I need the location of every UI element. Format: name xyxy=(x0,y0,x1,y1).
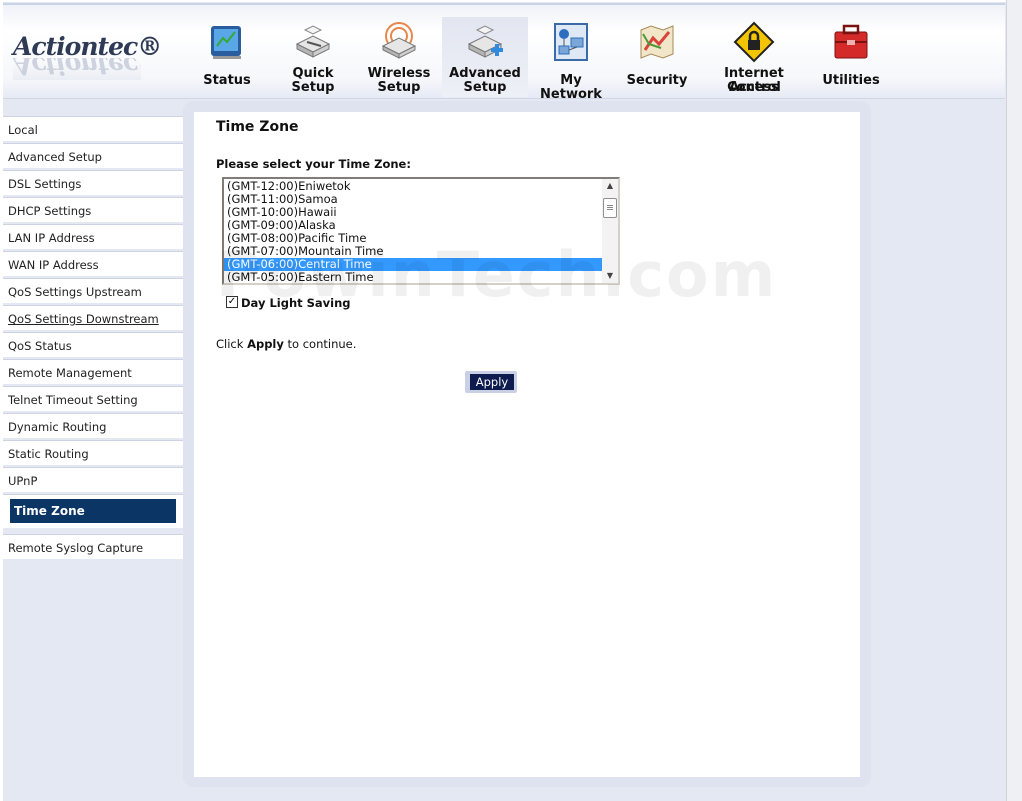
nav-utilities-label: Utilities xyxy=(822,73,880,88)
timezone-select-label: Please select your Time Zone: xyxy=(216,157,411,171)
sidebar-item-label: Advanced Setup xyxy=(8,150,102,164)
sidebar-item-wan-ip-address[interactable]: WAN IP Address xyxy=(3,251,183,276)
wireless-router-icon xyxy=(381,22,417,59)
scroll-up-arrow-icon[interactable]: ▲ xyxy=(602,179,618,193)
sidebar-item-telnet-timeout[interactable]: Telnet Timeout Setting xyxy=(3,386,183,411)
nav-advanced-setup-label-1: Advanced xyxy=(449,66,521,81)
sidebar-item-qos-status[interactable]: QoS Status xyxy=(3,332,183,357)
sidebar-item-advanced-setup[interactable]: Advanced Setup xyxy=(3,143,183,168)
nav-status-label: Status xyxy=(203,73,251,88)
timezone-option[interactable]: (GMT-05:00)Eastern Time xyxy=(224,271,607,284)
nav-internet-access-label-2: Control xyxy=(727,80,781,95)
nav-wireless-setup-label-1: Wireless xyxy=(367,66,431,81)
sidebar-item-qos-downstream[interactable]: QoS Settings Downstream xyxy=(3,305,183,330)
nav-internet-access-control[interactable]: Internet Access Control xyxy=(700,17,808,97)
logo-reflection: Actiontec® xyxy=(13,58,141,80)
sidebar-item-label: QoS Settings Downstream xyxy=(8,312,159,326)
sidebar-item-label: Remote Management xyxy=(8,366,132,380)
hint-prefix: Click xyxy=(216,337,248,351)
sidebar-item-label: Telnet Timeout Setting xyxy=(8,393,138,407)
scroll-thumb[interactable] xyxy=(603,198,617,218)
sidebar-item-label: QoS Settings Upstream xyxy=(8,285,142,299)
sidebar-item-remote-syslog[interactable]: Remote Syslog Capture xyxy=(3,534,183,559)
logo-text: Actiontec® xyxy=(13,32,162,61)
nav-security-label: Security xyxy=(626,73,688,88)
actiontec-logo: Actiontec® Actiontec® xyxy=(10,28,162,86)
sidebar-item-label: Remote Syslog Capture xyxy=(8,541,144,555)
nav-wireless-setup[interactable]: Wireless Setup xyxy=(356,17,442,97)
page-title: Time Zone xyxy=(216,119,299,135)
nav-advanced-setup-label-2: Setup xyxy=(463,80,507,95)
nav-utilities[interactable]: Utilities xyxy=(808,17,894,97)
sidebar-item-static-routing[interactable]: Static Routing xyxy=(3,440,183,465)
nav-my-network-label: My Network xyxy=(540,73,602,102)
window-scrollbar[interactable] xyxy=(1006,0,1022,801)
sidebar-item-label: DSL Settings xyxy=(8,177,82,191)
nav-quick-setup-label-2: Setup xyxy=(291,80,335,95)
nav-status[interactable]: Status xyxy=(184,17,270,97)
sidebar-item-label: LAN IP Address xyxy=(8,231,95,245)
quick-setup-router-icon xyxy=(295,25,331,58)
nav-quick-setup[interactable]: Quick Setup xyxy=(270,17,356,97)
my-network-icon xyxy=(554,23,588,61)
daylight-saving-checkbox[interactable]: ✓ xyxy=(226,296,238,308)
hint-suffix: to continue. xyxy=(283,337,357,351)
sidebar-item-remote-management[interactable]: Remote Management xyxy=(3,359,183,384)
sidebar-item-label: DHCP Settings xyxy=(8,204,92,218)
sidebar-item-label: Dynamic Routing xyxy=(8,420,107,434)
nav-security[interactable]: Security xyxy=(614,17,700,97)
sidebar-item-label-active: Time Zone xyxy=(10,499,176,523)
daylight-saving-label: Day Light Saving xyxy=(241,296,351,310)
sidebar-item-upnp[interactable]: UPnP xyxy=(3,467,183,492)
sidebar-item-label: WAN IP Address xyxy=(8,258,99,272)
nav-my-network[interactable]: My Network xyxy=(528,17,614,102)
hint-apply-word: Apply xyxy=(247,337,284,351)
sidebar-item-dynamic-routing[interactable]: Dynamic Routing xyxy=(3,413,183,438)
apply-button[interactable]: Apply xyxy=(470,374,514,390)
sidebar-item-label: Local xyxy=(8,123,38,137)
toolbox-icon xyxy=(834,24,868,59)
timezone-listbox[interactable]: (GMT-12:00)Eniwetok (GMT-11:00)Samoa (GM… xyxy=(222,177,620,285)
timezone-scrollbar[interactable]: ▲ ▼ xyxy=(602,179,618,283)
status-monitor-icon xyxy=(211,26,241,59)
sidebar-item-dhcp-settings[interactable]: DHCP Settings xyxy=(3,197,183,222)
sidebar-item-lan-ip-address[interactable]: LAN IP Address xyxy=(3,224,183,249)
security-map-icon xyxy=(640,25,674,59)
sidebar-item-local[interactable]: Local xyxy=(3,116,183,141)
scroll-down-arrow-icon[interactable]: ▼ xyxy=(602,269,618,283)
nav-advanced-setup[interactable]: Advanced Setup xyxy=(442,17,528,97)
sidebar-item-time-zone[interactable]: Time Zone xyxy=(3,494,183,528)
nav-quick-setup-label-1: Quick xyxy=(292,66,334,81)
sidebar-item-dsl-settings[interactable]: DSL Settings xyxy=(3,170,183,195)
nav-wireless-setup-label-2: Setup xyxy=(377,80,421,95)
header-top-line xyxy=(3,3,1005,5)
sidebar-item-qos-upstream[interactable]: QoS Settings Upstream xyxy=(3,278,183,303)
apply-hint: Click Apply to continue. xyxy=(216,337,356,351)
sidebar-item-label: UPnP xyxy=(8,474,38,488)
window-top-border xyxy=(0,0,1022,2)
sidebar-item-label: QoS Status xyxy=(8,339,72,353)
advanced-setup-router-icon xyxy=(467,25,503,58)
sidebar-item-label: Static Routing xyxy=(8,447,89,461)
lock-sign-icon xyxy=(733,21,775,63)
